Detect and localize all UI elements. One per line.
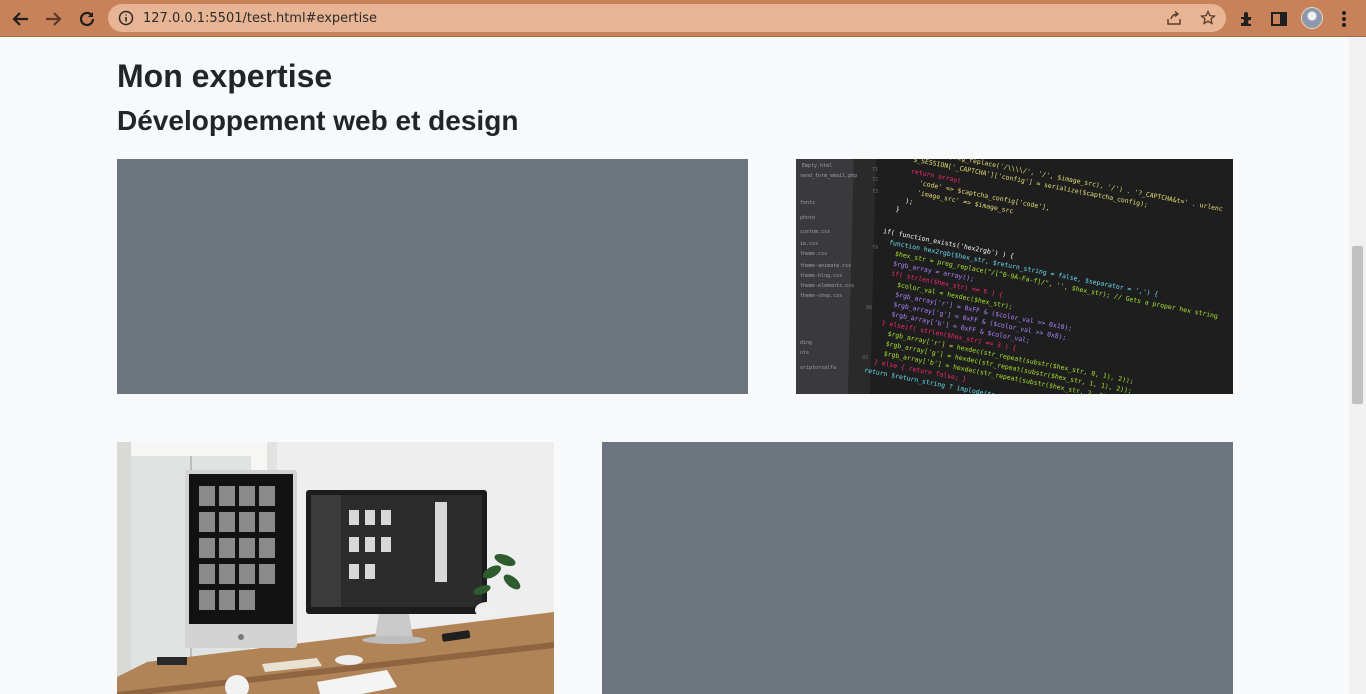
svg-text:theme-blog.css: theme-blog.css bbox=[800, 273, 842, 279]
page-content: Mon expertise Développement web et desig… bbox=[0, 37, 1349, 694]
svg-text:ie.css: ie.css bbox=[800, 241, 818, 247]
arrow-right-icon[interactable] bbox=[42, 8, 64, 30]
reload-icon[interactable] bbox=[76, 8, 98, 30]
profile-avatar[interactable] bbox=[1301, 7, 1323, 29]
sidebar-icon[interactable] bbox=[1268, 8, 1290, 30]
svg-text:ding: ding bbox=[800, 340, 812, 346]
svg-text:79: 79 bbox=[872, 245, 878, 251]
svg-text:custom.css: custom.css bbox=[800, 229, 830, 235]
svg-text:photo: photo bbox=[800, 215, 815, 221]
expertise-card-placeholder bbox=[117, 159, 748, 394]
share-icon[interactable] bbox=[1166, 10, 1182, 31]
svg-text:93: 93 bbox=[862, 355, 868, 361]
expertise-card-placeholder bbox=[602, 442, 1233, 694]
kebab-menu-icon[interactable] bbox=[1333, 8, 1355, 30]
svg-text:);: ); bbox=[905, 197, 914, 206]
url-text[interactable]: 127.0.0.1:5501/test.html#expertise bbox=[143, 11, 377, 26]
section-subtitle: Développement web et design bbox=[117, 105, 519, 136]
browser-toolbar: 127.0.0.1:5501/test.html#expertise bbox=[0, 0, 1366, 37]
puzzle-icon[interactable] bbox=[1236, 8, 1258, 30]
svg-text:73: 73 bbox=[872, 189, 878, 195]
info-icon[interactable] bbox=[118, 10, 134, 31]
star-icon[interactable] bbox=[1200, 9, 1216, 31]
code-editor-image: Empty.html send_form_email.php fonts photo… bbox=[796, 159, 1233, 394]
svg-text:nts: nts bbox=[800, 350, 809, 356]
svg-text:send_form_email.php: send_form_email.php bbox=[800, 173, 857, 179]
desk-monitors-image bbox=[117, 442, 554, 694]
svg-text:72: 72 bbox=[872, 177, 878, 183]
scrollbar-thumb[interactable] bbox=[1352, 246, 1363, 404]
svg-text:theme.css: theme.css bbox=[800, 251, 827, 257]
svg-text:fonts: fonts bbox=[800, 200, 815, 206]
svg-text:71: 71 bbox=[872, 167, 878, 173]
address-bar[interactable]: 127.0.0.1:5501/test.html#expertise bbox=[108, 4, 1226, 32]
svg-text:theme-animate.css: theme-animate.css bbox=[800, 263, 851, 269]
svg-text:theme-shop.css: theme-shop.css bbox=[800, 293, 842, 299]
svg-text:Empty.html: Empty.html bbox=[802, 163, 832, 169]
svg-text:theme-elements.css: theme-elements.css bbox=[800, 283, 854, 289]
arrow-left-icon[interactable] bbox=[10, 8, 32, 30]
svg-text:86: 86 bbox=[866, 305, 872, 311]
svg-text:oriptorsalfa: oriptorsalfa bbox=[800, 365, 836, 371]
section-title: Mon expertise bbox=[117, 58, 333, 94]
